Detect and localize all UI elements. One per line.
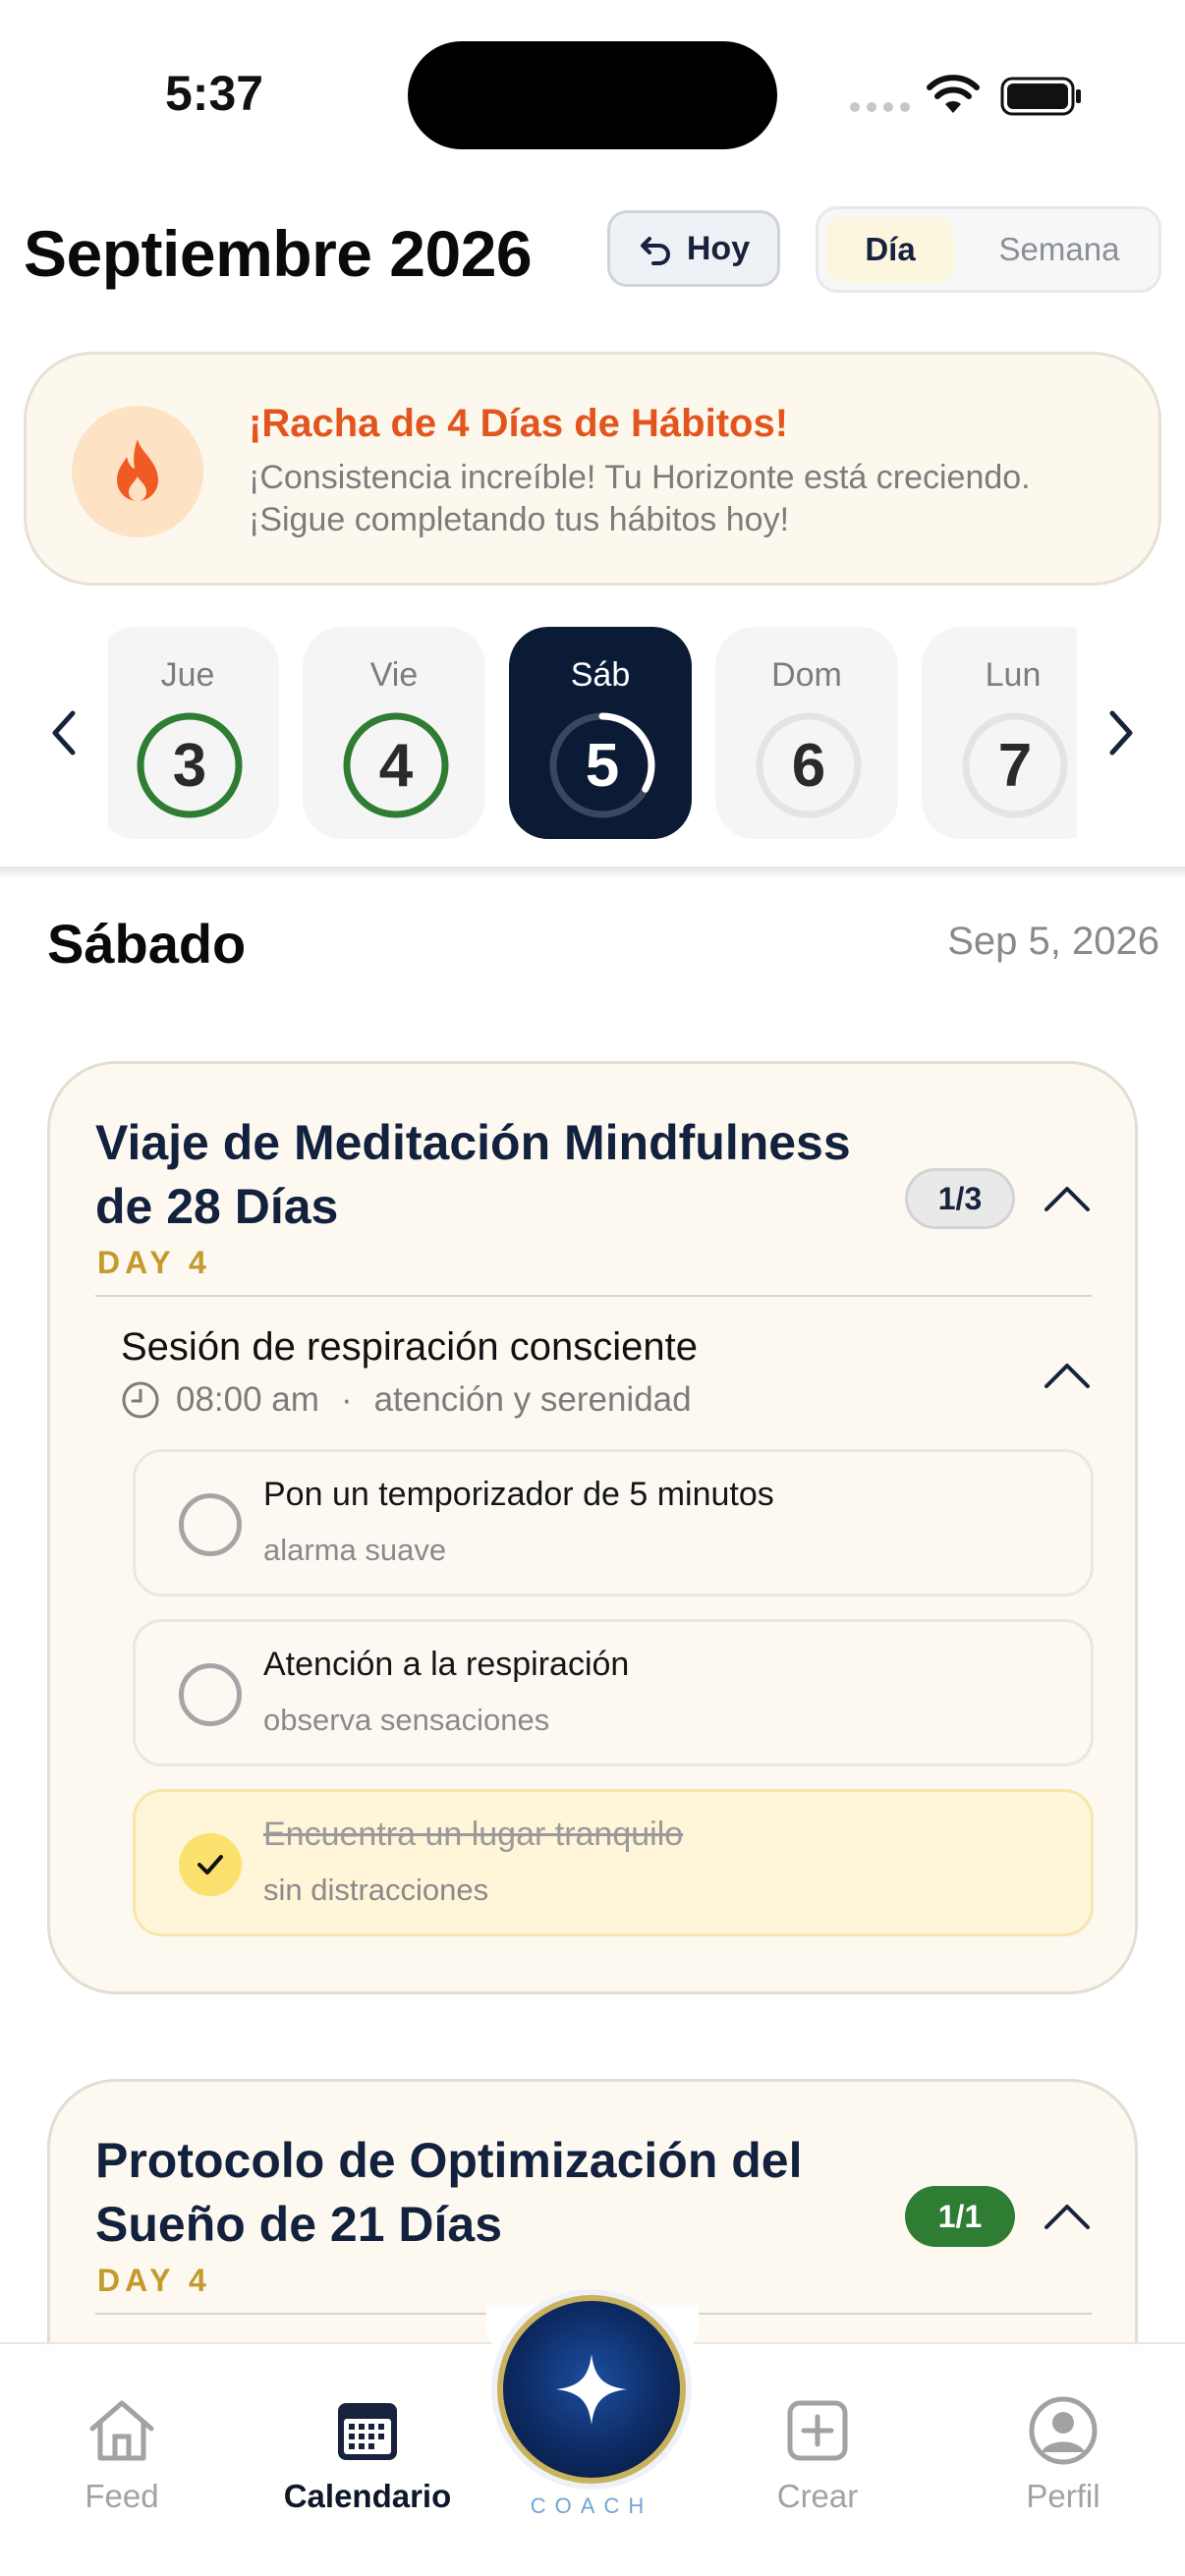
day-card-vie[interactable]: Vie 4 <box>303 627 485 839</box>
task-title: Encuentra un lugar tranquilo <box>263 1816 684 1853</box>
coach-button[interactable] <box>497 2295 686 2484</box>
battery-icon <box>1000 77 1081 116</box>
tab-create-label: Crear <box>776 2478 859 2514</box>
month-title: Septiembre 2026 <box>24 217 533 290</box>
flame-icon <box>117 439 158 501</box>
session-meta: 08:00 am · atención y serenidad <box>121 1380 692 1420</box>
tab-calendar-label: Calendario <box>283 2478 452 2514</box>
day-strip: Jue 3 Vie 4 Sáb 5 Dom 6 Lun 7 <box>0 619 1185 845</box>
task-item[interactable]: Pon un temporizador de 5 minutos alarma … <box>133 1449 1094 1596</box>
return-arrow-icon <box>640 237 670 265</box>
day-name: Sáb <box>570 656 631 694</box>
session-tag: atención y serenidad <box>373 1380 692 1419</box>
tab-feed-label: Feed <box>85 2478 159 2514</box>
session-time: 08:00 am <box>176 1380 319 1419</box>
day-name: Lun <box>985 656 1042 694</box>
day-number: 5 <box>585 731 620 800</box>
day-card-sáb[interactable]: Sáb 5 <box>509 627 692 839</box>
day-name: Dom <box>771 656 842 694</box>
day-name: Vie <box>369 656 419 694</box>
status-bar: 5:37 <box>0 0 1185 187</box>
tab-feed[interactable]: Feed <box>24 2393 220 2515</box>
streak-title: ¡Racha de 4 Días de Hábitos! <box>249 402 789 445</box>
day-number: 3 <box>172 731 207 800</box>
collapse-chevron-icon[interactable] <box>1043 1184 1092 1213</box>
wifi-icon <box>927 75 980 113</box>
calendar-header: Septiembre 2026 Hoy Día Semana <box>0 196 1185 305</box>
streak-banner: ¡Racha de 4 Días de Hábitos! ¡Consistenc… <box>24 352 1161 586</box>
program-title: Viaje de Meditación Mindfulness de 28 Dí… <box>95 1115 851 1234</box>
today-label: Hoy <box>686 229 751 267</box>
calendar-icon <box>338 2403 397 2460</box>
tab-profile[interactable]: Perfil <box>965 2393 1161 2515</box>
collapse-chevron-icon[interactable] <box>1043 2202 1092 2231</box>
coach-label: COACH <box>530 2493 653 2518</box>
task-checkbox[interactable] <box>179 1493 242 1556</box>
day-number: 4 <box>378 731 414 800</box>
plus-square-icon <box>787 2400 848 2461</box>
tab-calendar[interactable]: Calendario <box>269 2393 466 2515</box>
checkmark-icon <box>198 1855 223 1875</box>
cellular-signal-icon <box>850 102 910 112</box>
progress-badge: 1/3 <box>905 1168 1015 1229</box>
task-checkbox[interactable] <box>179 1663 242 1726</box>
task-subtitle: sin distracciones <box>263 1873 489 1907</box>
session-collapse-chevron-icon[interactable] <box>1043 1361 1092 1390</box>
day-carousel: Jue 3 Vie 4 Sáb 5 Dom 6 Lun 7 <box>108 627 1077 839</box>
meta-separator: · <box>340 1380 353 1419</box>
tab-bar: Feed Calendario COACH Crear Perfil <box>0 2295 1185 2576</box>
task-title: Atención a la respiración <box>263 1646 630 1683</box>
home-icon <box>89 2400 154 2461</box>
streak-message: ¡Consistencia increíble! Tu Horizonte es… <box>249 459 1031 538</box>
program-divider <box>95 1295 1092 1297</box>
task-title: Pon un temporizador de 5 minutos <box>263 1476 774 1513</box>
selected-day-heading: Sábado <box>47 913 247 975</box>
task-checkbox-checked[interactable] <box>179 1833 242 1896</box>
view-day-option[interactable]: Día <box>826 217 954 282</box>
previous-days-chevron-icon[interactable] <box>45 705 81 760</box>
view-week-option[interactable]: Semana <box>966 217 1153 282</box>
selected-day-date: Sep 5, 2026 <box>947 920 1159 963</box>
clock-icon <box>122 1381 159 1419</box>
dynamic-island <box>408 41 777 149</box>
status-time: 5:37 <box>165 66 264 121</box>
task-item-completed[interactable]: Encuentra un lugar tranquilo sin distrac… <box>133 1789 1094 1936</box>
today-button[interactable]: Hoy <box>607 210 780 287</box>
program-title: Protocolo de Optimización del Sueño de 2… <box>95 2133 803 2252</box>
next-days-chevron-icon[interactable] <box>1104 705 1140 760</box>
day-number: 6 <box>791 731 826 800</box>
profile-icon <box>1029 2396 1098 2465</box>
program-card[interactable]: Viaje de Meditación Mindfulness de 28 Dí… <box>47 1061 1138 1994</box>
flame-badge <box>72 406 203 537</box>
day-card-lun[interactable]: Lun 7 <box>922 627 1077 839</box>
tab-profile-label: Perfil <box>1026 2478 1100 2514</box>
day-number: 7 <box>997 731 1033 800</box>
program-day-label: DAY 4 <box>97 2263 211 2298</box>
task-subtitle: observa sensaciones <box>263 1703 550 1737</box>
task-subtitle: alarma suave <box>263 1533 447 1567</box>
program-day-label: DAY 4 <box>97 1245 211 1280</box>
sparkle-star-icon <box>556 2354 627 2425</box>
session-title[interactable]: Sesión de respiración consciente <box>121 1325 698 1370</box>
day-name: Jue <box>160 656 215 694</box>
progress-badge: 1/1 <box>905 2186 1015 2247</box>
tab-create[interactable]: Crear <box>719 2393 916 2515</box>
strip-divider <box>0 867 1185 878</box>
day-card-dom[interactable]: Dom 6 <box>715 627 898 839</box>
day-card-jue[interactable]: Jue 3 <box>108 627 279 839</box>
view-segmented-control: Día Semana <box>816 206 1161 293</box>
task-item[interactable]: Atención a la respiración observa sensac… <box>133 1619 1094 1766</box>
